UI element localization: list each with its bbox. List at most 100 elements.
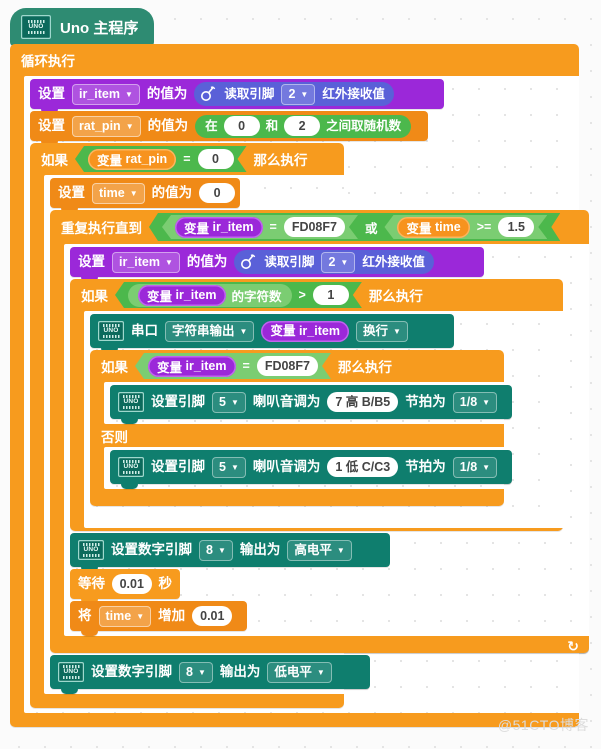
equals-condition-ir-fd08f7[interactable]: 变量 ir_item = FD08F7: [135, 353, 331, 379]
if-rat-pin-block[interactable]: 如果 变量 rat_pin = 0 那么执行 设置 time ▼ 的值为 0 重…: [30, 143, 589, 708]
serial-mode-dropdown[interactable]: 字符串输出 ▼: [165, 320, 255, 342]
variable-name: time: [99, 185, 125, 200]
gte-value-input[interactable]: 1.5: [498, 217, 534, 237]
equals-value-input[interactable]: FD08F7: [284, 217, 345, 237]
pin-value: 5: [219, 459, 226, 474]
beat-label: 节拍为: [405, 459, 446, 475]
length-compare-input[interactable]: 1: [313, 285, 349, 305]
digital-pin-label: 设置数字引脚: [111, 542, 192, 558]
ir-value-label: 红外接收值: [322, 86, 385, 101]
variable-ir-item-reporter[interactable]: 变量 ir_item: [138, 285, 226, 306]
variable-time-reporter[interactable]: 变量 time: [397, 217, 469, 238]
else-label: 否则: [101, 429, 128, 445]
if-else-header[interactable]: 如果 变量 ir_item = FD08F7 那么执行: [90, 350, 504, 382]
chevron-down-icon: ▼: [125, 90, 133, 99]
time-value-input[interactable]: 0: [199, 183, 236, 203]
equals-condition-rat-pin[interactable]: 变量 rat_pin = 0: [75, 146, 247, 172]
variable-ir-item-reporter[interactable]: 变量 ir_item: [175, 217, 263, 238]
of-value-label: 的值为: [146, 86, 188, 102]
variable-dropdown-ir-item[interactable]: ir_item ▼: [112, 251, 180, 273]
set-label: 设置: [38, 86, 65, 102]
variable-ir-item-reporter[interactable]: 变量 ir_item: [261, 320, 349, 342]
random-low-input[interactable]: 0: [223, 116, 260, 136]
if-else-ir-block[interactable]: 如果 变量 ir_item = FD08F7 那么执行 UNO 设置引脚 5 ▼…: [90, 350, 512, 506]
random-high-input[interactable]: 2: [284, 116, 321, 136]
set-variable-ir-item-block-inner[interactable]: 设置 ir_item ▼ 的值为 读取引脚 2 ▼ 红外接收值: [70, 247, 484, 282]
serial-print-block[interactable]: UNO 串口 字符串输出 ▼ 变量 ir_item 换行 ▼: [90, 314, 454, 353]
beat-dropdown[interactable]: 1/8 ▼: [452, 391, 498, 413]
variable-ir-item-reporter[interactable]: 变量 ir_item: [148, 356, 236, 377]
hat-block-uno-main[interactable]: UNO Uno 主程序: [10, 8, 155, 46]
if-length-header[interactable]: 如果 变量 ir_item 的字符数 > 1 那么执行: [70, 279, 563, 311]
forever-block[interactable]: 循环执行 设置 ir_item ▼ 的值为 读取引脚 2 ▼ 红外接收值 设置 …: [10, 44, 589, 727]
set-label: 设置: [38, 118, 65, 134]
length-of-reporter[interactable]: 变量 ir_item 的字符数: [128, 284, 292, 307]
operator-symbol: =: [269, 220, 277, 234]
blocks-canvas[interactable]: UNO Uno 主程序 循环执行 设置 ir_item ▼ 的值为 读取引脚 2…: [0, 0, 601, 749]
random-suffix: 之间取随机数: [326, 118, 402, 133]
var-prefix: 变量: [406, 221, 432, 236]
set-variable-rat-pin-block[interactable]: 设置 rat_pin ▼ 的值为 在 0 和 2 之间取随机数: [30, 111, 428, 146]
of-value-label: 的值为: [186, 254, 228, 270]
pin-dropdown[interactable]: 2 ▼: [281, 83, 316, 105]
change-label: 将: [78, 608, 92, 624]
tone-note-input[interactable]: 1 低 C/C3: [327, 457, 399, 477]
tone-block-low[interactable]: UNO 设置引脚 5 ▼ 喇叭音调为 1 低 C/C3 节拍为 1/8 ▼: [110, 450, 512, 489]
if-rat-pin-header[interactable]: 如果 变量 rat_pin = 0 那么执行: [30, 143, 344, 175]
chevron-down-icon: ▼: [230, 463, 239, 472]
variable-rat-pin-reporter[interactable]: 变量 rat_pin: [88, 149, 176, 170]
if-length-block[interactable]: 如果 变量 ir_item 的字符数 > 1 那么执行 UNO 串口 字符串输出…: [70, 279, 563, 531]
variable-dropdown-time[interactable]: time ▼: [92, 182, 145, 204]
digital-write-low-block[interactable]: UNO 设置数字引脚 8 ▼ 输出为 低电平 ▼: [50, 655, 370, 694]
read-pin-label: 读取引脚: [224, 86, 275, 101]
beat-label: 节拍为: [405, 394, 446, 410]
tone-pin-dropdown[interactable]: 5 ▼: [212, 456, 246, 478]
beat-dropdown[interactable]: 1/8 ▼: [452, 456, 498, 478]
serial-mode-value: 字符串输出: [172, 323, 235, 338]
tone-note-input[interactable]: 7 高 B/B5: [327, 392, 399, 412]
variable-dropdown-time[interactable]: time ▼: [98, 605, 152, 627]
var-prefix: 变量: [157, 360, 183, 375]
var-prefix: 变量: [147, 289, 173, 304]
set-variable-ir-item-block[interactable]: 设置 ir_item ▼ 的值为 读取引脚 2 ▼ 红外接收值: [30, 79, 444, 114]
tone-label: 喇叭音调为: [252, 459, 321, 475]
pin-value: 8: [206, 542, 213, 557]
equals-value-input[interactable]: FD08F7: [257, 356, 318, 376]
digital-write-high-block[interactable]: UNO 设置数字引脚 8 ▼ 输出为 高电平 ▼: [70, 533, 390, 572]
random-number-reporter[interactable]: 在 0 和 2 之间取随机数: [195, 114, 412, 138]
digital-pin-dropdown[interactable]: 8 ▼: [199, 539, 233, 561]
ir-value-label: 红外接收值: [362, 254, 425, 269]
wait-block[interactable]: 等待 0.01 秒: [70, 569, 180, 604]
wait-seconds-input[interactable]: 0.01: [112, 574, 152, 594]
newline-dropdown[interactable]: 换行 ▼: [355, 320, 408, 342]
forever-header[interactable]: 循环执行: [10, 44, 579, 76]
variable-dropdown-rat-pin[interactable]: rat_pin ▼: [72, 115, 141, 137]
equals-condition-ir-item[interactable]: 变量 ir_item = FD08F7: [162, 215, 358, 239]
greater-than-condition[interactable]: 变量 ir_item 的字符数 > 1: [115, 282, 362, 308]
digital-pin-label: 设置数字引脚: [91, 664, 172, 680]
set-variable-time-block[interactable]: 设置 time ▼ 的值为 0: [50, 178, 240, 213]
or-label: 或: [364, 221, 378, 236]
watermark: @51CTO博客: [497, 717, 589, 733]
repeat-until-block[interactable]: 重复执行直到 变量 ir_item = FD08F7 或 变量 time >= …: [50, 210, 589, 654]
change-amount-input[interactable]: 0.01: [192, 606, 233, 626]
or-condition[interactable]: 变量 ir_item = FD08F7 或 变量 time >= 1.5: [149, 213, 560, 241]
gte-condition-time[interactable]: 变量 time >= 1.5: [384, 215, 547, 239]
tone-pin-dropdown[interactable]: 5 ▼: [212, 391, 246, 413]
chevron-down-icon: ▼: [482, 463, 491, 472]
variable-name: rat_pin: [79, 118, 121, 133]
ir-read-pin-reporter[interactable]: 读取引脚 2 ▼ 红外接收值: [234, 250, 434, 274]
condition-value-input[interactable]: 0: [198, 149, 234, 169]
digital-pin-dropdown[interactable]: 8 ▼: [179, 661, 213, 683]
pin-value: 8: [186, 664, 193, 679]
ir-read-pin-reporter[interactable]: 读取引脚 2 ▼ 红外接收值: [194, 82, 394, 106]
ir-receiver-icon: [241, 254, 256, 269]
tone-block-high[interactable]: UNO 设置引脚 5 ▼ 喇叭音调为 7 高 B/B5 节拍为 1/8 ▼: [110, 385, 512, 424]
variable-dropdown-ir-item[interactable]: ir_item ▼: [72, 83, 140, 105]
digital-level-dropdown[interactable]: 低电平 ▼: [267, 661, 332, 683]
repeat-until-header[interactable]: 重复执行直到 变量 ir_item = FD08F7 或 变量 time >= …: [50, 210, 589, 244]
pin-dropdown[interactable]: 2 ▼: [321, 251, 356, 273]
change-variable-time-block[interactable]: 将 time ▼ 增加 0.01: [70, 601, 247, 636]
digital-level-dropdown[interactable]: 高电平 ▼: [287, 539, 352, 561]
chevron-down-icon: ▼: [300, 90, 309, 99]
